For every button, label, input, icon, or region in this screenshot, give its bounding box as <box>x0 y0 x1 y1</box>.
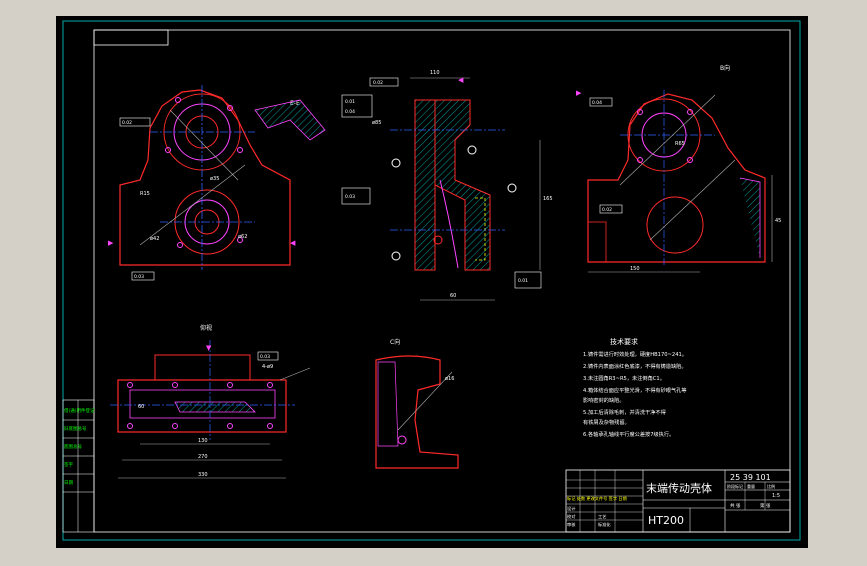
note-line: 5.加工后清除毛刺，并清洗干净不得 <box>583 408 666 416</box>
bv-dim-text: 270 <box>198 454 208 460</box>
ee-tolerance-text: 0.03 <box>134 274 144 280</box>
ee-datum-arrow: ▶ <box>108 239 114 247</box>
weight-label: 重量 <box>747 483 755 489</box>
part-name: 末端传动壳体 <box>646 481 712 495</box>
mark-row: 标记 处数 更改文件号 签字 日期 <box>567 495 627 502</box>
strip-tag: 旧底图总号 <box>64 425 87 432</box>
rv-tolerance-text: 0.04 <box>592 100 602 106</box>
bv-dim-text: 4-ø9 <box>262 364 273 370</box>
bv-rib <box>174 401 256 413</box>
drawing-canvas[interactable]: E-E ø42 ø35 ø62 R15 0.02 0.03 ▶ ◀ <box>0 0 867 562</box>
aa-tolerance-text: 0.01 <box>345 99 355 105</box>
aa-tolerance-text: 0.04 <box>345 109 355 115</box>
aa-dim-text: ø85 <box>372 120 381 126</box>
ee-dim-text: ø62 <box>238 234 247 240</box>
bottom-view-label: 仰视 <box>200 324 212 332</box>
scale-label: 比例 <box>767 483 775 489</box>
aa-section-mark: ◀ <box>458 76 464 84</box>
rv-datum-arrow: ▶ <box>576 89 582 97</box>
stage-mark-label: 阶段标记 <box>727 483 743 489</box>
detail-view-label: C向 <box>390 338 400 346</box>
material: HT200 <box>648 514 684 527</box>
rv-dim-text: R65 <box>675 141 685 147</box>
aa-dim-text: 60 <box>450 293 456 299</box>
drawing-number: 25 39 101 <box>730 473 771 482</box>
aa-dim-text: 165 <box>543 196 553 202</box>
note-line: 2.铸件内表面涂红色底漆，不得有铸造缺陷。 <box>583 362 687 370</box>
ee-dim-text: ø42 <box>150 236 159 242</box>
sheets-total: 共 张 <box>730 502 741 509</box>
dv-dim-text: ø16 <box>445 376 454 382</box>
ee-datum-arrow: ◀ <box>290 239 296 247</box>
ee-dim-text: ø35 <box>210 176 219 182</box>
aa-tolerance-text: 0.03 <box>345 194 355 200</box>
aa-left-wall <box>414 99 436 271</box>
cad-window: E-E ø42 ø35 ø62 R15 0.02 0.03 ▶ ◀ <box>0 0 867 562</box>
note-line: 6.各轴承孔轴线平行度公差按7级执行。 <box>583 430 674 438</box>
bv-dim-text: 330 <box>198 472 208 478</box>
bv-dim-text: 60 <box>138 404 144 410</box>
process-label: 工艺 <box>598 514 606 519</box>
sheet-number: 第 张 <box>760 502 771 509</box>
aa-dim-text: 110 <box>430 70 440 76</box>
rv-dim-text: 45 <box>775 218 781 224</box>
note-line: 3.未注圆角R3~R5，未注倒角C1。 <box>583 374 665 382</box>
right-view-label: B向 <box>720 64 730 72</box>
ee-tolerance-text: 0.02 <box>122 120 132 126</box>
bv-section-mark: ▼ <box>206 344 212 352</box>
bv-dim-text: 130 <box>198 438 208 444</box>
strip-tag: 签字 <box>64 461 73 468</box>
bv-tolerance-text: 0.03 <box>260 354 270 360</box>
rv-dim-text: 150 <box>630 266 640 272</box>
rv-tolerance-text: 0.02 <box>602 207 612 213</box>
checker-label: 校对 <box>567 513 575 520</box>
strip-tag: 日期 <box>64 480 73 486</box>
designer-label: 设计 <box>567 505 575 512</box>
ee-dim-text: R15 <box>140 191 150 197</box>
strip-tag: 底图总号 <box>64 443 82 450</box>
standard-label: 标准化 <box>598 521 611 528</box>
notes-title: 技术要求 <box>610 337 638 346</box>
scale-value: 1:5 <box>772 493 780 499</box>
note-line: 影响密封的缺陷。 <box>583 396 625 404</box>
note-line: 有铁屑及杂物残留。 <box>583 418 630 426</box>
note-line: 1.铸件需进行时效处理，硬度HB170~241。 <box>583 350 687 358</box>
strip-tag: 借(通)用件登记 <box>64 407 95 414</box>
aa-tolerance-text: 0.02 <box>373 80 383 86</box>
approver-label: 审核 <box>567 521 576 528</box>
aa-tolerance-text: 0.01 <box>518 278 528 284</box>
note-line: 4.箱体结合面应平整光滑，不得有砂眼气孔等 <box>583 386 687 394</box>
